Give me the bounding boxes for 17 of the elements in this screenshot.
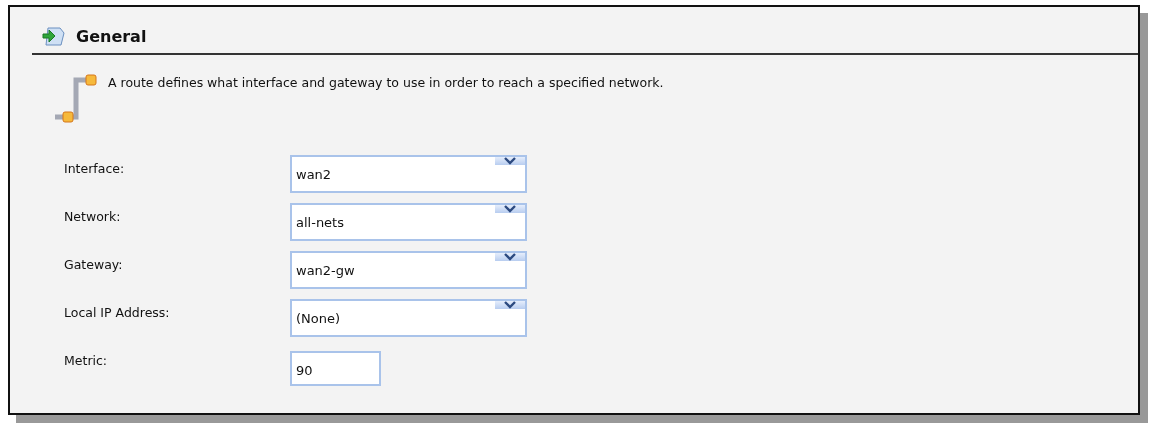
input-field[interactable]: 90 bbox=[290, 351, 381, 386]
chevron-down-icon bbox=[495, 301, 525, 309]
field-label: Local IP Address: bbox=[64, 305, 171, 320]
dropdown[interactable]: wan2 bbox=[290, 155, 527, 193]
dropdown[interactable]: all-nets bbox=[290, 203, 527, 241]
field-label: Gateway: bbox=[64, 257, 124, 272]
chevron-down-icon bbox=[495, 157, 525, 165]
field-label: Network: bbox=[64, 209, 122, 224]
chevron-down-icon bbox=[495, 253, 525, 261]
dropdown[interactable]: wan2-gw bbox=[290, 251, 527, 289]
folder-arrow-icon bbox=[42, 25, 66, 47]
section-title: General bbox=[76, 26, 147, 46]
description-text: A route defines what interface and gateway to use in order to reach a specified network. bbox=[108, 75, 664, 90]
field-label: Metric: bbox=[64, 353, 109, 368]
dropdown[interactable]: (None) bbox=[290, 299, 527, 337]
field-label: Interface: bbox=[64, 161, 126, 176]
chevron-down-icon bbox=[495, 205, 525, 213]
